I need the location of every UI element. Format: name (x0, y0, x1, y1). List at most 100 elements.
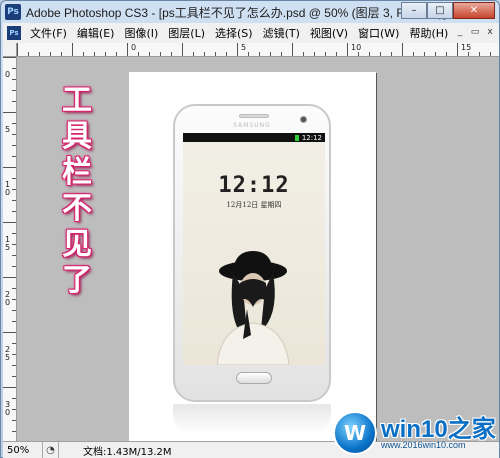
ruler-label: 5 (5, 125, 11, 134)
ruler-tick (12, 409, 16, 410)
ruler-tick (12, 200, 16, 201)
ruler-tick (457, 43, 458, 56)
ruler-tick (12, 365, 16, 366)
ruler-tick (12, 211, 16, 212)
ruler-tick (12, 376, 16, 377)
phone-screen: 12:12 12:12 12月12日 星期四 (183, 133, 325, 365)
ruler-tick (12, 145, 16, 146)
ruler-tick (12, 420, 16, 421)
ruler-tick (61, 52, 62, 56)
ruler-label: 0 (131, 43, 137, 52)
ruler-tick (215, 52, 216, 56)
zoom-level[interactable]: 50% (3, 442, 43, 458)
ruler-tick (12, 233, 16, 234)
ruler-tick (435, 52, 436, 56)
ruler-tick (204, 52, 205, 56)
headline-char: 见 (62, 227, 92, 262)
phone-image: SAMSUNG 12:12 12:12 12月12日 星期四 (173, 104, 331, 402)
ruler-tick (358, 52, 359, 56)
ruler-tick (12, 178, 16, 179)
ruler-tick (12, 244, 16, 245)
doc-minimize-button[interactable]: _ (453, 25, 467, 39)
menu-window[interactable]: 窗口(W) (353, 25, 404, 41)
ruler-tick (83, 52, 84, 56)
ruler-tick (28, 52, 29, 56)
menu-view[interactable]: 视图(V) (305, 25, 353, 41)
document-icon[interactable]: Ps (7, 26, 21, 40)
horizontal-ruler[interactable]: 0 5 10 15 (17, 43, 499, 57)
minimize-button[interactable]: – (401, 2, 427, 19)
woman-in-hat-photo (216, 251, 290, 365)
menu-bar: Ps 文件(F) 编辑(E) 图像(I) 图层(L) 选择(S) 滤镜(T) 视… (3, 23, 499, 43)
document-size-info: 文档:1.43M/13.2M (83, 446, 172, 458)
ruler-tick (314, 52, 315, 56)
ruler-label: 0 (5, 70, 11, 79)
vertical-ruler[interactable]: 0 5 1 0 1 5 2 0 2 5 3 0 (3, 57, 17, 441)
ruler-tick (347, 43, 348, 56)
menu-image[interactable]: 图像(I) (119, 25, 163, 41)
doc-restore-button[interactable]: ▭ (468, 25, 482, 39)
ruler-label: 1 0 (5, 180, 11, 197)
ruler-tick (182, 43, 183, 56)
phone-home-button (236, 372, 272, 384)
ruler-tick (171, 52, 172, 56)
headline-char: 了 (62, 263, 92, 298)
menu-filter[interactable]: 滤镜(T) (258, 25, 305, 41)
menu-layer[interactable]: 图层(L) (163, 25, 210, 41)
headline-char: 不 (62, 191, 92, 226)
ruler-tick (127, 43, 128, 56)
doc-close-button[interactable]: x (483, 25, 497, 39)
menu-edit[interactable]: 编辑(E) (72, 25, 120, 41)
ruler-tick (160, 52, 161, 56)
status-menu-icon[interactable]: ◔ (43, 442, 59, 458)
ruler-tick (12, 321, 16, 322)
close-button[interactable]: ✕ (453, 2, 495, 19)
ruler-origin[interactable] (3, 43, 17, 57)
ruler-tick (3, 332, 16, 333)
ruler-tick (3, 222, 16, 223)
ruler-tick (94, 52, 95, 56)
ruler-tick (12, 299, 16, 300)
ruler-tick (12, 189, 16, 190)
ruler-tick (12, 354, 16, 355)
ruler-tick (292, 43, 293, 56)
ruler-tick (413, 52, 414, 56)
watermark-title: win10之家 (381, 416, 496, 443)
ruler-tick (12, 255, 16, 256)
ruler-tick (490, 52, 491, 56)
ruler-tick (12, 266, 16, 267)
ruler-tick (116, 52, 117, 56)
title-bar[interactable]: Ps Adobe Photoshop CS3 - [ps工具栏不见了怎么办.ps… (1, 1, 499, 23)
ruler-label: 10 (351, 43, 362, 52)
site-watermark: W win10之家 www.2016win10.com (331, 405, 500, 458)
ruler-tick (17, 43, 18, 56)
ruler-tick (12, 79, 16, 80)
ruler-tick (479, 52, 480, 56)
ruler-tick (468, 52, 469, 56)
ruler-tick (12, 101, 16, 102)
ruler-tick (270, 52, 271, 56)
ruler-label: 2 5 (5, 345, 11, 362)
window-title: Adobe Photoshop CS3 - [ps工具栏不见了怎么办.psd @… (26, 5, 447, 20)
ruler-tick (3, 112, 16, 113)
phone-brand: SAMSUNG (233, 122, 271, 129)
menu-file[interactable]: 文件(F) (25, 25, 72, 41)
maximize-button[interactable]: □ (427, 2, 453, 19)
ruler-tick (12, 68, 16, 69)
menu-help[interactable]: 帮助(H) (404, 25, 453, 41)
ruler-tick (138, 52, 139, 56)
phone-speaker (239, 114, 269, 118)
ruler-tick (248, 52, 249, 56)
ruler-tick (446, 52, 447, 56)
ruler-tick (39, 52, 40, 56)
menu-select[interactable]: 选择(S) (210, 25, 258, 41)
document-area: 0 5 10 15 051 01 52 02 53 0 工 具 栏 不 见 了 SAM… (3, 43, 499, 441)
phone-date: 12月12日 星期四 (226, 201, 282, 209)
canvas-pasteboard[interactable]: 工 具 栏 不 见 了 SAMSUNG 12:12 12:12 12月12日 星… (17, 57, 499, 441)
ruler-label: 1 5 (5, 235, 11, 252)
phone-statusbar: 12:12 (183, 133, 325, 142)
phone-reflection (173, 404, 331, 434)
ruler-tick (12, 310, 16, 311)
ruler-tick (3, 167, 16, 168)
ruler-tick (281, 52, 282, 56)
